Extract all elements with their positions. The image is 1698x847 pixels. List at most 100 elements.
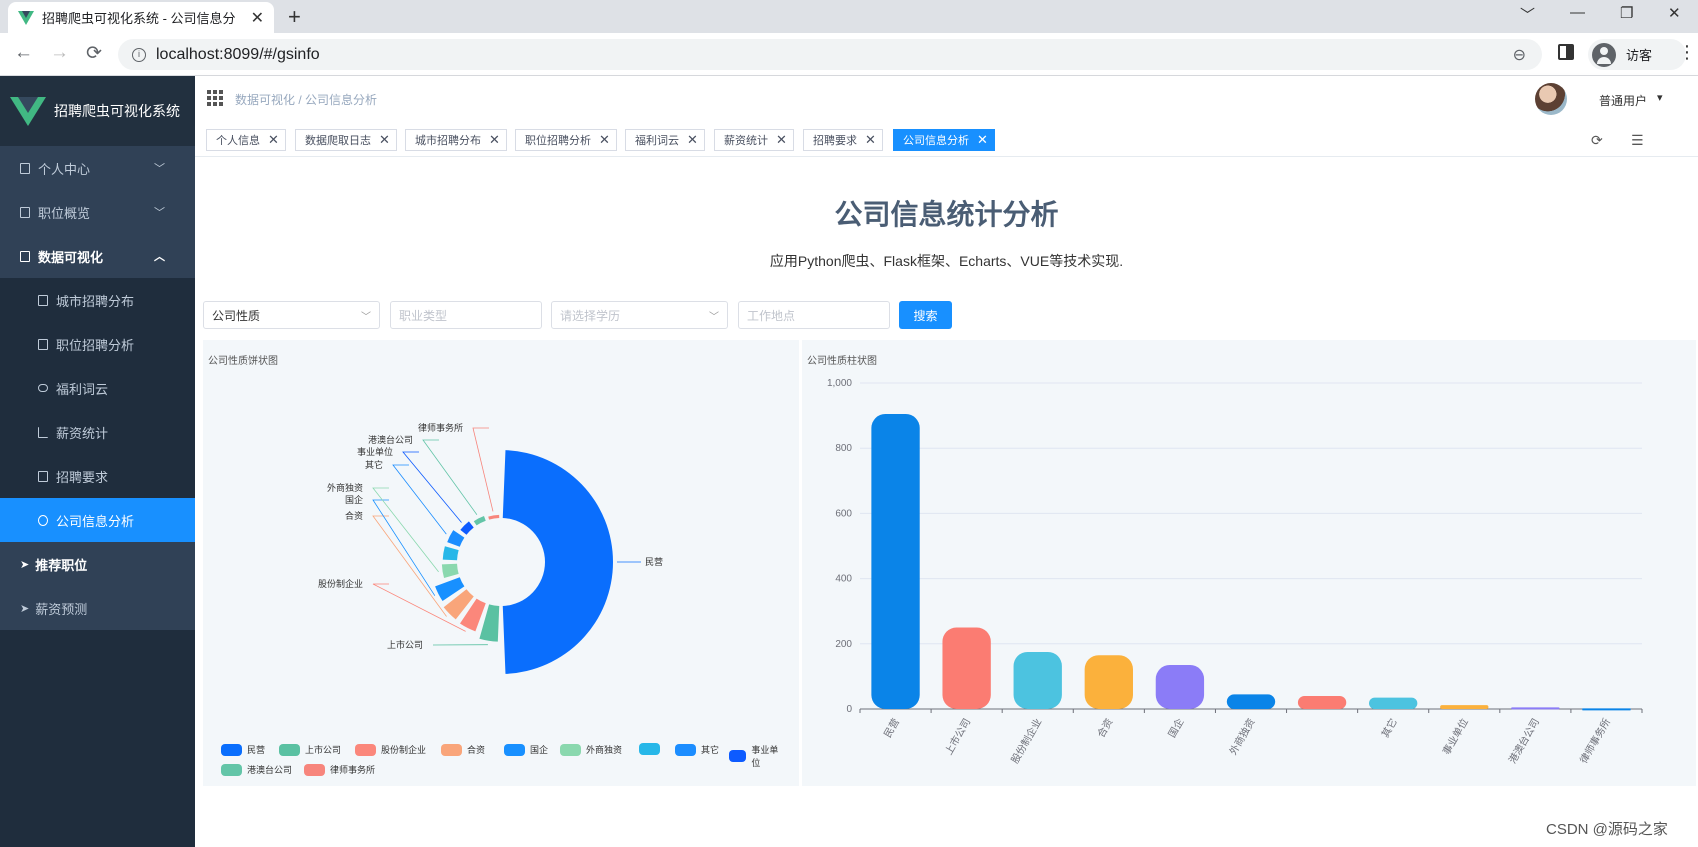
- legend-swatch: [560, 743, 581, 756]
- bar[interactable]: [942, 627, 991, 710]
- minimize-button[interactable]: —: [1570, 4, 1585, 21]
- browser-menu-icon[interactable]: ⋮: [1678, 42, 1696, 63]
- close-icon[interactable]: ✕: [977, 132, 988, 148]
- sidebar-item-data-visualization[interactable]: 数据可视化 ︿: [0, 234, 195, 278]
- watermark: CSDN @源码之家: [1546, 821, 1668, 838]
- avatar[interactable]: [1535, 83, 1567, 115]
- sidebar-item-label: 职位招聘分析: [56, 337, 135, 353]
- bar[interactable]: [1582, 708, 1631, 711]
- pie-legend-item[interactable]: 律师事务所: [304, 763, 375, 776]
- sidebar-item-salary-forecast[interactable]: ➤ 薪资预测: [0, 586, 195, 630]
- breadcrumb[interactable]: 数据可视化 / 公司信息分析: [235, 91, 377, 108]
- legend-label: 合资: [467, 745, 486, 755]
- tab-search-icon[interactable]: ﹀: [1520, 4, 1535, 25]
- refresh-icon[interactable]: ⟳: [1591, 132, 1603, 149]
- sidebar-item-job-analysis[interactable]: 职位招聘分析: [0, 322, 195, 366]
- bar[interactable]: [1013, 651, 1062, 709]
- education-select[interactable]: 请选择学历 ﹀: [551, 301, 728, 329]
- site-info-icon[interactable]: i: [132, 47, 146, 62]
- sidebar-item-requirements[interactable]: 招聘要求: [0, 454, 195, 498]
- job-type-input[interactable]: 职业类型: [390, 301, 542, 329]
- close-icon[interactable]: ✕: [599, 132, 610, 148]
- pie-legend-item[interactable]: 股份制企业: [355, 743, 426, 756]
- legend-swatch: [221, 743, 242, 756]
- pie-slice[interactable]: [460, 521, 474, 535]
- company-type-select[interactable]: 公司性质 ﹀: [203, 301, 380, 329]
- pie-slice[interactable]: [442, 546, 459, 561]
- pie-slice[interactable]: [488, 514, 500, 520]
- restore-button[interactable]: ❐: [1620, 4, 1633, 22]
- bar[interactable]: [1440, 705, 1489, 709]
- close-icon[interactable]: ✕: [865, 132, 876, 148]
- pie-legend-item[interactable]: 民营: [221, 743, 265, 756]
- bar[interactable]: [1297, 695, 1347, 709]
- zoom-icon[interactable]: ⊖: [1513, 45, 1526, 65]
- pie-legend-item[interactable]: [639, 743, 665, 755]
- profile-button[interactable]: 访客: [1588, 39, 1686, 70]
- tag-crawl-log[interactable]: 数据爬取日志 ✕: [295, 129, 397, 151]
- search-button[interactable]: 搜索: [899, 301, 952, 329]
- reload-button[interactable]: ⟳: [86, 42, 102, 65]
- url-bar[interactable]: i localhost:8099/#/gsinfo ⊖: [118, 39, 1542, 70]
- pie-legend-item[interactable]: 合资: [441, 743, 485, 756]
- sidebar-item-city-distribution[interactable]: 城市招聘分布: [0, 278, 195, 322]
- bar-x-tick-label: 合资: [1094, 716, 1115, 740]
- back-button[interactable]: ←: [14, 42, 33, 64]
- side-panel-icon[interactable]: [1558, 44, 1574, 60]
- bar[interactable]: [1155, 664, 1205, 709]
- close-icon[interactable]: ✕: [687, 132, 698, 148]
- caret-down-icon[interactable]: ▾: [1657, 91, 1663, 104]
- bar[interactable]: [1511, 707, 1560, 710]
- close-icon[interactable]: ✕: [776, 132, 787, 148]
- tab-close-icon[interactable]: ✕: [251, 8, 264, 28]
- bar[interactable]: [1084, 655, 1133, 709]
- bar[interactable]: [1226, 694, 1276, 709]
- close-icon[interactable]: ✕: [489, 132, 500, 148]
- location-input[interactable]: 工作地点: [738, 301, 890, 329]
- settings-sliders-icon[interactable]: ☰: [1631, 132, 1644, 149]
- sidebar-logo[interactable]: 招聘爬虫可视化系统: [0, 76, 195, 146]
- legend-label: 港澳台公司: [247, 765, 293, 775]
- tag-salary-stats[interactable]: 薪资统计 ✕: [714, 129, 794, 151]
- tag-requirements[interactable]: 招聘要求 ✕: [803, 129, 883, 151]
- sidebar-item-label: 职位概览: [38, 205, 91, 221]
- pie-legend-item[interactable]: 国企: [504, 743, 548, 756]
- bar[interactable]: [871, 413, 920, 709]
- forward-button[interactable]: →: [50, 42, 69, 64]
- pie-legend-item[interactable]: 港澳台公司: [221, 763, 292, 776]
- sidebar-item-welfare-cloud[interactable]: 福利词云: [0, 366, 195, 410]
- sidebar-item-label: 薪资预测: [35, 601, 88, 617]
- pie-slice[interactable]: [502, 450, 613, 674]
- bar[interactable]: [1369, 697, 1418, 709]
- pie-slice[interactable]: [447, 530, 465, 547]
- pie-legend-item[interactable]: 外商独资: [560, 743, 622, 756]
- sidebar-item-job-overview[interactable]: 职位概览 ﹀: [0, 190, 195, 234]
- pie-legend-item[interactable]: 其它: [675, 743, 719, 756]
- tag-city-distribution[interactable]: 城市招聘分布 ✕: [405, 129, 507, 151]
- sidebar-item-salary-stats[interactable]: 薪资统计: [0, 410, 195, 454]
- company-type-value: 公司性质: [212, 308, 261, 323]
- new-tab-button[interactable]: +: [288, 4, 301, 30]
- sidebar-item-company-analysis[interactable]: 公司信息分析: [0, 498, 195, 542]
- legend-label: 外商独资: [586, 745, 623, 755]
- close-window-button[interactable]: ✕: [1668, 4, 1681, 22]
- hamburger-icon[interactable]: [207, 90, 223, 106]
- pie-legend-item[interactable]: 上市公司: [279, 743, 341, 756]
- close-icon[interactable]: ✕: [379, 132, 390, 148]
- tag-personal-info[interactable]: 个人信息 ✕: [206, 129, 286, 151]
- close-icon[interactable]: ✕: [268, 132, 279, 148]
- legend-swatch: [304, 763, 325, 776]
- tag-label: 薪资统计: [724, 135, 768, 147]
- tag-welfare-cloud[interactable]: 福利词云 ✕: [625, 129, 705, 151]
- sidebar-item-personal-center[interactable]: 个人中心 ﹀: [0, 146, 195, 190]
- user-name[interactable]: 普通用户: [1599, 92, 1647, 109]
- pie-slice[interactable]: [473, 515, 486, 526]
- tag-company-analysis[interactable]: 公司信息分析 ✕: [893, 129, 995, 151]
- pie-legend-item[interactable]: 事业单位: [729, 743, 781, 769]
- sidebar-item-recommend-jobs[interactable]: ➤ 推荐职位: [0, 542, 195, 586]
- pie-slice[interactable]: [441, 563, 459, 579]
- bar-chart-panel: 公司性质柱状图 0 200 400 600 800 1,000 民营 上市公司 股份制企业 合资国…: [802, 340, 1696, 786]
- browser-tab[interactable]: 招聘爬虫可视化系统 - 公司信息分 ✕: [8, 2, 274, 33]
- document-icon: [20, 250, 30, 262]
- tag-job-analysis[interactable]: 职位招聘分析 ✕: [515, 129, 617, 151]
